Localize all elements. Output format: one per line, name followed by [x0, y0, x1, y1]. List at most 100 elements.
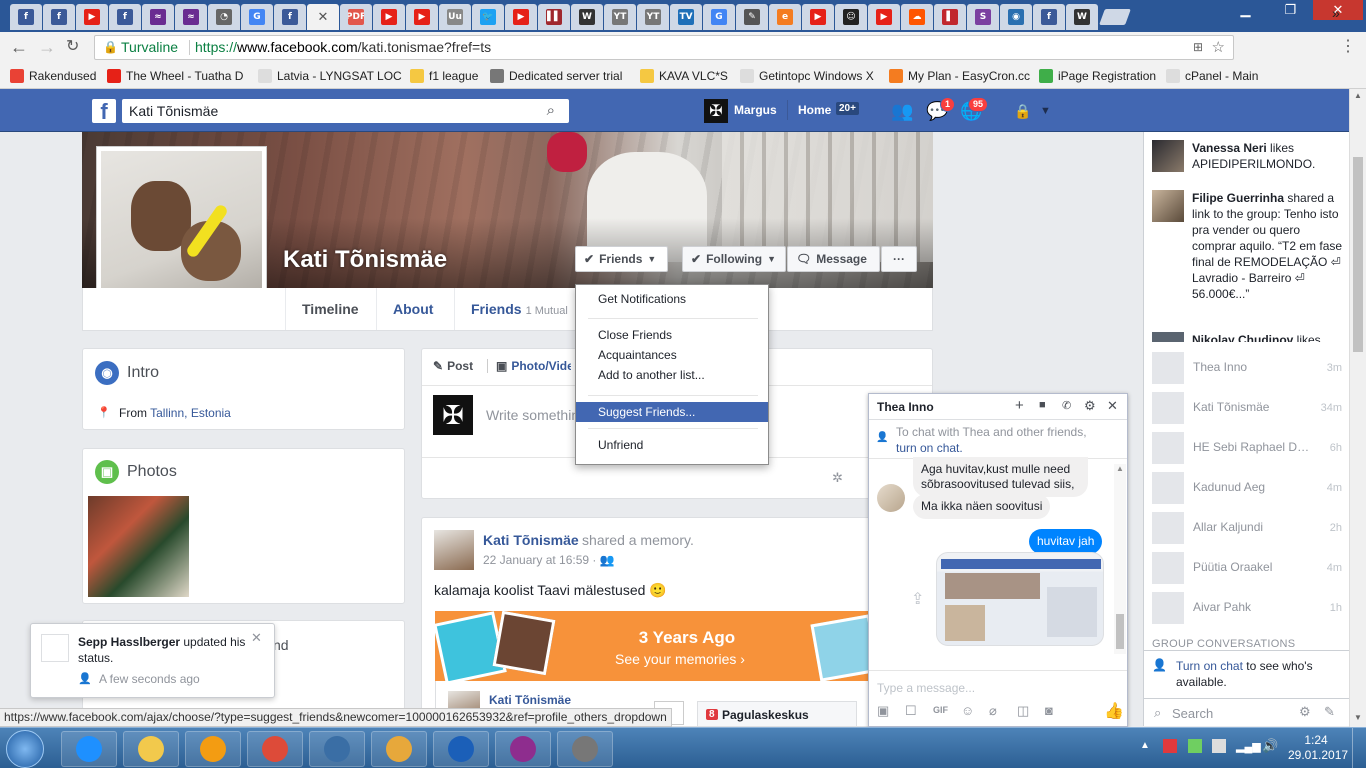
- browser-tab[interactable]: ✎: [736, 4, 768, 30]
- chat-contact[interactable]: Kadunud Aeg 4m: [1152, 472, 1342, 504]
- post-time-text[interactable]: 22 January at 16:59 ·: [483, 553, 596, 567]
- bookmark-item[interactable]: My Plan - EasyCron.cc: [889, 68, 1030, 84]
- back-icon[interactable]: ←: [10, 38, 28, 56]
- friend-requests-icon[interactable]: 👥: [891, 101, 913, 122]
- gear-icon[interactable]: ⚙: [1299, 704, 1311, 720]
- taskbar-app[interactable]: [371, 731, 427, 767]
- chat-contact[interactable]: Allar Kaljundi 2h: [1152, 512, 1342, 544]
- like-icon[interactable]: 👍: [1104, 701, 1124, 721]
- post-author[interactable]: Kati Tõnismäe: [483, 532, 579, 548]
- tray-flag-icon[interactable]: [1163, 739, 1177, 753]
- taskbar-app[interactable]: [309, 731, 365, 767]
- friends-button[interactable]: ✔ Friends ▼: [575, 246, 668, 272]
- scroll-up-icon[interactable]: ▲: [1116, 464, 1124, 473]
- share-icon[interactable]: ⇪: [911, 589, 924, 609]
- browser-tab[interactable]: f: [109, 4, 141, 30]
- message-button[interactable]: 🗨 Message: [787, 246, 880, 272]
- privacy-shortcuts-icon[interactable]: 🔒: [1014, 103, 1031, 120]
- browser-tab[interactable]: W: [1066, 4, 1098, 30]
- browser-tab[interactable]: YT: [604, 4, 636, 30]
- browser-tab[interactable]: TV: [670, 4, 702, 30]
- photos-title[interactable]: Photos: [127, 463, 177, 481]
- chat-contact[interactable]: Aivar Pahk 1h: [1152, 592, 1342, 624]
- taskbar-app[interactable]: [61, 731, 117, 767]
- browser-tab[interactable]: ☁: [901, 4, 933, 30]
- post-author-avatar[interactable]: [434, 530, 474, 570]
- browser-tab[interactable]: ☺: [835, 4, 867, 30]
- chrome-menu-icon[interactable]: ⋮: [1340, 38, 1356, 56]
- chat-contact[interactable]: Kati Tõnismäe 34m: [1152, 392, 1342, 424]
- emoji-icon[interactable]: ☺: [961, 703, 974, 718]
- menu-item-acquaintances[interactable]: Acquaintances: [576, 345, 768, 365]
- taskbar-app[interactable]: [495, 731, 551, 767]
- sticker-icon[interactable]: ☐: [905, 703, 917, 719]
- browser-tab[interactable]: f: [10, 4, 42, 30]
- browser-tab[interactable]: ▶: [505, 4, 537, 30]
- browser-tab[interactable]: W: [571, 4, 603, 30]
- browser-tab[interactable]: ▶: [868, 4, 900, 30]
- chat-image-attachment[interactable]: [936, 552, 1104, 646]
- browser-tab[interactable]: G: [703, 4, 735, 30]
- search-icon[interactable]: ⌕: [547, 99, 555, 123]
- menu-item-add-to-list[interactable]: Add to another list...: [576, 365, 768, 385]
- composer-input[interactable]: Write something: [486, 407, 587, 423]
- photo-thumbnail[interactable]: [88, 496, 189, 597]
- taskbar-app[interactable]: [123, 731, 179, 767]
- phone-icon[interactable]: ✆: [1062, 399, 1071, 412]
- composer-post-tab[interactable]: ✎ Post: [433, 359, 473, 373]
- chat-message-input[interactable]: Type a message...: [877, 681, 975, 695]
- chat-scrollbar[interactable]: ▲: [1114, 464, 1126, 654]
- tray-sync-icon[interactable]: [1188, 739, 1202, 753]
- tab-timeline[interactable]: Timeline: [285, 288, 375, 330]
- notification-popup[interactable]: Sepp Hasslberger updated his status. 👤 A…: [30, 623, 275, 698]
- menu-item-close-friends[interactable]: Close Friends: [576, 325, 768, 345]
- sidebar-search-input[interactable]: Search: [1172, 706, 1213, 721]
- tab-about[interactable]: About: [376, 288, 449, 330]
- scroll-down-icon[interactable]: ▼: [1354, 713, 1362, 722]
- browser-tab[interactable]: ▶: [373, 4, 405, 30]
- browser-tab[interactable]: G: [241, 4, 273, 30]
- taskbar-app[interactable]: [247, 731, 303, 767]
- bookmark-item[interactable]: f1 league: [410, 68, 478, 84]
- chat-scroll-thumb[interactable]: [1116, 614, 1124, 649]
- minimize-button[interactable]: ▁: [1223, 0, 1268, 20]
- chat-title[interactable]: Thea Inno: [877, 400, 934, 414]
- close-icon[interactable]: ✕: [315, 9, 331, 25]
- compose-icon[interactable]: ✎: [1324, 704, 1335, 720]
- chat-contact[interactable]: HE Sebi Raphael Da... 6h: [1152, 432, 1342, 464]
- show-desktop-button[interactable]: [1352, 728, 1366, 768]
- browser-tab[interactable]: ≈: [175, 4, 207, 30]
- following-button[interactable]: ✔ Following ▼: [682, 246, 786, 272]
- browser-tab[interactable]: f: [274, 4, 306, 30]
- turn-on-chat-link[interactable]: Turn on chat: [1176, 659, 1243, 673]
- start-button[interactable]: [6, 730, 44, 768]
- clock[interactable]: 1:24 29.01.2017: [1288, 733, 1348, 763]
- scroll-up-icon[interactable]: ▲: [1354, 91, 1362, 100]
- taskbar-app[interactable]: [433, 731, 489, 767]
- home-link[interactable]: Home: [798, 103, 831, 117]
- bookmark-item[interactable]: Getintopc Windows X: [740, 68, 874, 84]
- browser-tab[interactable]: ≈: [142, 4, 174, 30]
- browser-tab[interactable]: ▌▌: [538, 4, 570, 30]
- chat-contact[interactable]: Püütia Oraakel 4m: [1152, 552, 1342, 584]
- tray-expand-icon[interactable]: ▲: [1140, 740, 1150, 751]
- facebook-search-input[interactable]: Kati Tõnismäe ⌕: [122, 99, 569, 123]
- composer-photo-tab[interactable]: ▣ Photo/Video: [496, 359, 571, 373]
- browser-tab[interactable]: ▌: [934, 4, 966, 30]
- tab-friends[interactable]: Friends 1 Mutual: [454, 288, 584, 330]
- game-icon[interactable]: ◫: [1017, 703, 1029, 719]
- camera-icon[interactable]: ◙: [1045, 703, 1053, 718]
- translate-icon[interactable]: ⊞: [1193, 36, 1203, 59]
- browser-tab[interactable]: ▶: [802, 4, 834, 30]
- browser-tab[interactable]: S: [967, 4, 999, 30]
- browser-tab[interactable]: f: [43, 4, 75, 30]
- maximize-button[interactable]: ❐: [1268, 0, 1313, 20]
- browser-tab[interactable]: YT: [637, 4, 669, 30]
- page-scroll-thumb[interactable]: [1353, 157, 1363, 352]
- browser-tab[interactable]: e: [769, 4, 801, 30]
- bookmarks-overflow[interactable]: »: [1332, 5, 1340, 21]
- chat-settings-icon[interactable]: ⚙: [1084, 398, 1096, 414]
- taskbar-app[interactable]: [557, 731, 613, 767]
- pagulaskeskus-chip[interactable]: 8 Pagulaskeskus: [697, 701, 857, 726]
- tray-monitor-icon[interactable]: [1212, 739, 1226, 753]
